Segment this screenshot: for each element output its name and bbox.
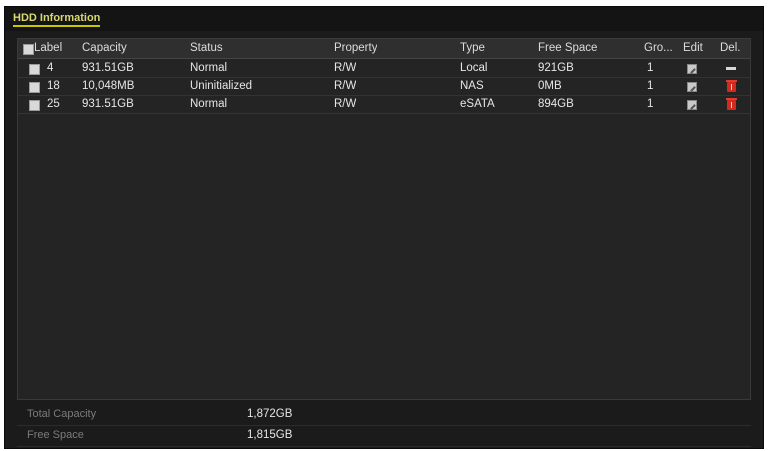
cell-property: R/W [334,80,357,92]
header-delete: Del. [720,42,741,54]
edit-icon[interactable] [687,100,697,110]
table-header: Label Capacity Status Property Type Free… [18,39,750,59]
total-capacity-row: Total Capacity 1,872GB [17,405,751,426]
header-label: Label [34,42,63,54]
cell-label: 25 [47,98,60,110]
edit-icon[interactable] [687,82,697,92]
table-row[interactable]: 4 931.51GB Normal R/W Local 921GB 1 [18,60,750,78]
tab-bar: HDD Information [5,7,763,31]
header-property: Property [334,42,378,54]
header-type: Type [460,42,485,54]
row-checkbox[interactable] [29,82,40,93]
trash-icon[interactable] [726,98,737,110]
cell-free-space: 921GB [538,62,574,74]
cell-type: Local [460,62,488,74]
total-capacity-label: Total Capacity [27,408,97,420]
cell-capacity: 10,048MB [82,80,135,92]
cell-label: 4 [47,62,54,74]
cell-type: NAS [460,80,484,92]
header-free-space: Free Space [538,42,598,54]
table-row[interactable]: 25 931.51GB Normal R/W eSATA 894GB 1 [18,96,750,114]
header-status: Status [190,42,223,54]
cell-capacity: 931.51GB [82,62,134,74]
cell-free-space: 894GB [538,98,574,110]
cell-free-space: 0MB [538,80,562,92]
cell-property: R/W [334,62,357,74]
cell-status: Uninitialized [190,80,253,92]
capacity-summary: Total Capacity 1,872GB Free Space 1,815G… [17,405,751,447]
free-space-row: Free Space 1,815GB [17,426,751,447]
row-checkbox[interactable] [29,64,40,75]
edit-icon[interactable] [687,64,697,74]
free-space-label: Free Space [27,429,84,441]
header-group: Gro... [644,42,673,54]
cell-group: 1 [647,62,654,74]
row-checkbox[interactable] [29,100,40,111]
header-capacity: Capacity [82,42,127,54]
cell-status: Normal [190,62,228,74]
cell-group: 1 [647,80,654,92]
free-space-value: 1,815GB [247,429,293,441]
select-all-checkbox[interactable] [23,44,34,55]
table-row[interactable]: 18 10,048MB Uninitialized R/W NAS 0MB 1 [18,78,750,96]
trash-icon[interactable] [726,80,737,92]
delete-disabled-dash-icon [726,67,736,70]
tab-hdd-information[interactable]: HDD Information [13,12,101,27]
cell-capacity: 931.51GB [82,98,134,110]
cell-property: R/W [334,98,357,110]
cell-label: 18 [47,80,60,92]
hdd-table: Label Capacity Status Property Type Free… [17,38,751,400]
header-edit: Edit [683,42,703,54]
hdd-information-panel: HDD Information Label Capacity Status Pr… [4,6,764,449]
cell-type: eSATA [460,98,495,110]
cell-status: Normal [190,98,228,110]
total-capacity-value: 1,872GB [247,408,293,420]
cell-group: 1 [647,98,654,110]
